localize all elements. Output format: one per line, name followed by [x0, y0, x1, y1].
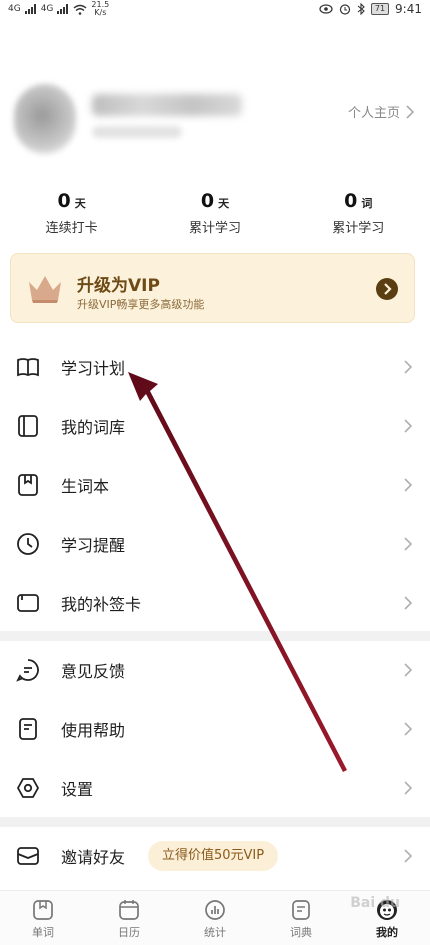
menu-item-my-wordbank[interactable]: 我的词库 [0, 397, 430, 455]
chevron-right-icon [404, 478, 413, 492]
stat-value: 0 [344, 190, 358, 212]
chat-bubble-icon [16, 659, 39, 682]
menu-label: 意见反馈 [61, 662, 126, 681]
chevron-right-icon [404, 849, 413, 863]
status-left: 4G 4G 21.5 K/s [8, 1, 109, 17]
menu-item-feedback[interactable]: 意见反馈 [0, 641, 430, 699]
calendar-icon [119, 900, 139, 920]
chevron-right-icon [406, 104, 414, 119]
chevron-right-icon [404, 419, 413, 433]
tab-label: 词典 [290, 926, 312, 939]
menu-label: 我的词库 [61, 418, 126, 437]
menu-label: 我的补签卡 [61, 595, 142, 614]
tab-dictionary[interactable]: 词典 [258, 891, 344, 945]
document-icon [19, 718, 37, 740]
section-divider [0, 631, 430, 641]
chevron-right-icon [404, 781, 413, 795]
chevron-right-icon [404, 596, 413, 610]
stats-icon [205, 900, 225, 920]
stat-total-days: 0天 累计学习 [143, 190, 286, 238]
profile-header[interactable]: 个人主页 [0, 80, 430, 160]
stat-label: 累计学习 [188, 221, 241, 236]
menu-item-help[interactable]: 使用帮助 [0, 700, 430, 758]
menu-label: 使用帮助 [61, 721, 126, 740]
tab-label: 单词 [32, 926, 54, 939]
menu-item-makeup-card[interactable]: 我的补签卡 [0, 574, 430, 632]
menu-label: 邀请好友 [61, 848, 126, 867]
book-icon [17, 358, 39, 377]
menu-item-invite[interactable]: 邀请好友 立得价值50元VIP [0, 827, 430, 885]
signal-bars-icon [24, 4, 36, 14]
stats-row: 0天 连续打卡 0天 累计学习 0词 累计学习 [0, 190, 430, 238]
chevron-right-icon [404, 360, 413, 374]
chevron-right-icon [404, 663, 413, 677]
stat-label: 累计学习 [332, 221, 385, 236]
bookmark-book-icon [18, 474, 38, 496]
alarm-icon [339, 4, 350, 15]
chevron-right-icon [404, 722, 413, 736]
network-speed: 21.5 K/s [91, 0, 110, 17]
menu-item-settings[interactable]: 设置 [0, 759, 430, 817]
clock: 9:41 [395, 2, 422, 16]
stat-unit: 天 [218, 197, 230, 210]
tab-stats[interactable]: 统计 [172, 891, 258, 945]
vip-title: 升级为VIP [77, 276, 160, 296]
signal-indicator-1: 4G [8, 4, 21, 14]
eye-icon [319, 4, 333, 14]
stat-unit: 天 [74, 197, 86, 210]
menu-label: 学习提醒 [61, 536, 126, 555]
stat-streak: 0天 连续打卡 [0, 190, 143, 238]
personal-homepage-label: 个人主页 [347, 106, 400, 121]
clock-icon [17, 533, 39, 555]
word-card-icon [33, 900, 53, 920]
avatar[interactable] [14, 84, 76, 154]
signal-bars-icon [57, 4, 69, 14]
tab-label: 统计 [204, 926, 226, 939]
stat-total-words: 0词 累计学习 [287, 190, 430, 238]
tab-words[interactable]: 单词 [0, 891, 86, 945]
stat-label: 连续打卡 [45, 221, 98, 236]
menu-label: 生词本 [61, 477, 110, 496]
crown-icon [29, 276, 61, 303]
bluetooth-icon [357, 3, 365, 15]
invite-reward-badge[interactable]: 立得价值50元VIP [148, 841, 279, 871]
menu-item-vocab-book[interactable]: 生词本 [0, 456, 430, 514]
dictionary-icon [292, 900, 310, 920]
vip-upgrade-card[interactable]: 升级为VIP 升级VIP畅享更多高级功能 [10, 253, 415, 323]
menu-item-study-reminder[interactable]: 学习提醒 [0, 515, 430, 573]
signal-indicator-2: 4G [40, 4, 54, 14]
username-blurred [92, 94, 242, 116]
vip-arrow-button[interactable] [376, 278, 398, 300]
section-divider [0, 817, 430, 827]
chevron-right-icon [384, 283, 392, 295]
menu-item-study-plan[interactable]: 学习计划 [0, 338, 430, 396]
card-icon [17, 594, 39, 612]
status-right: 71 9:41 [319, 2, 422, 16]
tab-label: 我的 [376, 926, 398, 939]
tab-label: 日历 [118, 926, 140, 939]
stat-unit: 词 [361, 197, 373, 210]
tab-calendar[interactable]: 日历 [86, 891, 172, 945]
wifi-icon [73, 4, 87, 15]
battery-indicator: 71 [370, 3, 390, 15]
envelope-icon [17, 847, 39, 865]
status-bar: 4G 4G 21.5 K/s 71 9:41 [0, 0, 430, 22]
stat-value: 0 [200, 190, 215, 212]
menu-label: 学习计划 [61, 359, 126, 378]
personal-homepage-link[interactable]: 个人主页 [348, 102, 414, 121]
gear-icon [16, 778, 40, 798]
stat-value: 0 [57, 190, 71, 212]
watermark: Bai du [350, 895, 400, 911]
wordbank-icon [18, 415, 38, 437]
user-subtitle-blurred [92, 126, 182, 138]
menu-label: 设置 [61, 780, 94, 799]
vip-subtitle: 升级VIP畅享更多高级功能 [77, 298, 205, 311]
chevron-right-icon [404, 537, 413, 551]
